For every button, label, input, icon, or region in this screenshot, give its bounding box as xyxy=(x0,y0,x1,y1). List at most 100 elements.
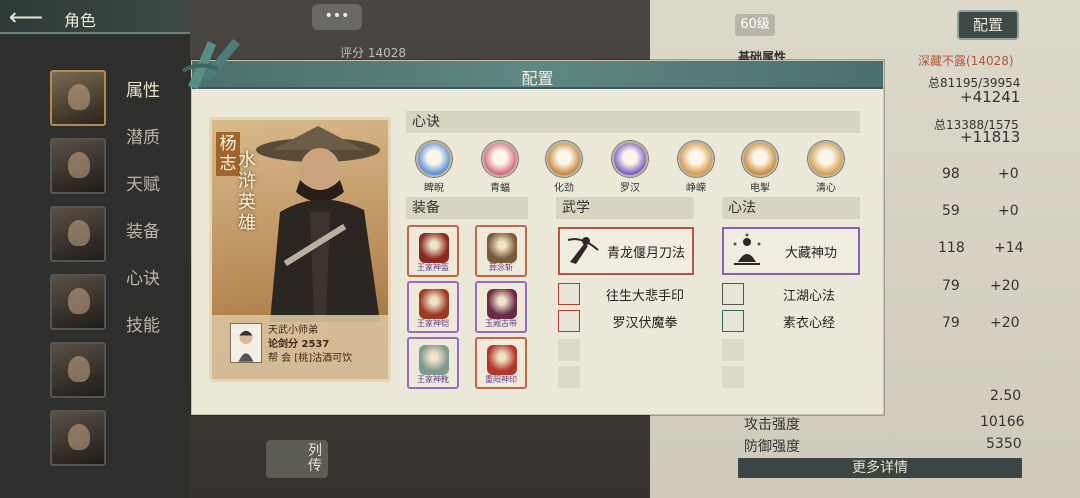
xinjue-icon xyxy=(416,141,452,177)
xinjue-slot[interactable]: 罗汉 xyxy=(610,141,650,194)
equipment-name: 重阳神印 xyxy=(485,375,517,384)
xinfa-name: 江湖心法 xyxy=(782,289,835,304)
xinjue-label: 睥睨 xyxy=(424,183,444,194)
equipment-icon xyxy=(419,289,449,319)
side-menu: 属性 潜质 天赋 装备 心诀 技能 xyxy=(126,78,176,360)
hero-title: 水浒英雄 xyxy=(238,150,256,234)
equipment-slot[interactable]: 王家神盔 xyxy=(407,225,459,277)
config-modal: 配置 杨志 水浒英雄 天武小师弟 论剑分 2537 帮 会 [桃]沽酒可饮 心诀… xyxy=(181,39,884,415)
xinjue-icon xyxy=(808,141,844,177)
equipment-slot[interactable]: 葬念斩 xyxy=(475,225,527,277)
attack-label: 攻击强度 xyxy=(744,417,800,433)
meditation-icon xyxy=(733,233,761,265)
config-button[interactable]: 配置 xyxy=(957,10,1019,40)
empty-slot[interactable] xyxy=(558,339,580,361)
character-portrait[interactable] xyxy=(50,70,106,126)
equipment-name: 王家神盔 xyxy=(417,263,449,272)
xinjue-slot[interactable]: 化劲 xyxy=(544,141,584,194)
total-plus: +11813 xyxy=(960,128,1021,146)
xinfa-slot[interactable]: 素衣心经 xyxy=(722,310,872,332)
fist-icon xyxy=(558,310,580,332)
martial-art-name: 往生大悲手印 xyxy=(605,289,684,304)
xinfa-main-slot[interactable]: 大藏神功 xyxy=(722,227,860,275)
xinfa-slot[interactable]: 江湖心法 xyxy=(722,283,872,305)
equipment-icon xyxy=(487,289,517,319)
menu-attributes[interactable]: 属性 xyxy=(126,78,176,125)
avatar xyxy=(230,323,262,363)
xinjue-header: 心诀 xyxy=(406,111,860,133)
menu-potential[interactable]: 潜质 xyxy=(126,125,176,172)
hero-portrait xyxy=(256,126,380,322)
xinjue-slot[interactable]: 睥睨 xyxy=(414,141,454,194)
martial-arts-header: 武学 xyxy=(556,197,694,219)
hero-card: 杨志 水浒英雄 天武小师弟 论剑分 2537 帮 会 [桃]沽酒可饮 xyxy=(209,117,391,382)
modal-header: 配置 xyxy=(192,61,883,89)
sword-stance-icon xyxy=(567,237,599,264)
xinjue-label: 电掣 xyxy=(750,183,770,194)
xinjue-slot[interactable]: 峥嵘 xyxy=(676,141,716,194)
meditation-icon xyxy=(722,310,744,332)
palm-icon xyxy=(558,283,580,305)
character-portrait[interactable] xyxy=(50,342,106,398)
back-button[interactable]: ⟵ xyxy=(6,4,46,30)
equipment-name: 葬念斩 xyxy=(489,263,513,272)
martial-art-name: 罗汉伏魔拳 xyxy=(612,316,678,331)
equipment-name: 王家神靴 xyxy=(417,375,449,384)
defense-label: 防御强度 xyxy=(744,439,800,455)
more-details-button[interactable]: 更多详情 xyxy=(738,458,1022,478)
xinjue-icon xyxy=(678,141,714,177)
xinjue-label: 化劲 xyxy=(554,183,574,194)
character-portrait[interactable] xyxy=(50,274,106,330)
equipment-slot[interactable]: 王家神靴 xyxy=(407,337,459,389)
total-plus: +41241 xyxy=(960,88,1021,106)
level-badge: 60级 xyxy=(735,14,775,36)
xinjue-icon xyxy=(482,141,518,177)
martial-art-slot[interactable]: 往生大悲手印 xyxy=(558,283,708,305)
equipment-header: 装备 xyxy=(406,197,528,219)
empty-slot[interactable] xyxy=(722,366,744,388)
attack-value: 10166 xyxy=(980,414,1025,430)
player-info: 天武小师弟 论剑分 2537 帮 会 [桃]沽酒可饮 xyxy=(212,315,388,379)
menu-equipment[interactable]: 装备 xyxy=(126,219,176,266)
biography-button[interactable]: 列 传 xyxy=(266,440,328,478)
player-title: 天武小师弟 xyxy=(268,325,318,336)
character-portrait[interactable] xyxy=(50,138,106,194)
empty-slot[interactable] xyxy=(722,339,744,361)
xinfa-name: 素衣心经 xyxy=(782,316,835,331)
xinjue-label: 峥嵘 xyxy=(686,183,706,194)
defense-value: 5350 xyxy=(986,436,1022,452)
xinjue-icon xyxy=(546,141,582,177)
menu-xinjue[interactable]: 心诀 xyxy=(126,266,176,313)
xinfa-header: 心法 xyxy=(722,197,860,219)
guild-name: 帮 会 [桃]沽酒可饮 xyxy=(268,353,353,364)
menu-talent[interactable]: 天赋 xyxy=(126,172,176,219)
crit-value: 2.50 xyxy=(990,388,1022,404)
empty-slot[interactable] xyxy=(558,366,580,388)
xinjue-slot[interactable]: 电掣 xyxy=(740,141,780,194)
martial-art-main-name: 青龙偃月刀法 xyxy=(606,246,685,261)
xinjue-icon xyxy=(742,141,778,177)
equipment-slot[interactable]: 重阳神印 xyxy=(475,337,527,389)
xinjue-slot[interactable]: 清心 xyxy=(806,141,846,194)
modal-title: 配置 xyxy=(521,69,554,88)
character-list xyxy=(50,70,108,478)
meditation-icon xyxy=(722,283,744,305)
equipment-slot[interactable]: 玉阙古带 xyxy=(475,281,527,333)
character-portrait[interactable] xyxy=(50,410,106,466)
xinjue-label: 青蝠 xyxy=(490,183,510,194)
xinfa-main-name: 大藏神功 xyxy=(784,246,837,261)
chat-bubble[interactable]: ••• xyxy=(312,4,362,30)
equipment-icon xyxy=(487,345,517,375)
sword-score: 论剑分 2537 xyxy=(268,339,330,350)
xinjue-label: 罗汉 xyxy=(620,183,640,194)
martial-art-slot[interactable]: 罗汉伏魔拳 xyxy=(558,310,708,332)
xinjue-slot[interactable]: 青蝠 xyxy=(480,141,520,194)
martial-art-main-slot[interactable]: 青龙偃月刀法 xyxy=(558,227,694,275)
arrow-left-icon: ⟵ xyxy=(8,3,44,31)
equipment-slot[interactable]: 王家神铠 xyxy=(407,281,459,333)
character-portrait[interactable] xyxy=(50,206,106,262)
xinjue-label: 清心 xyxy=(816,183,836,194)
rating-label: 深藏不露(14028) xyxy=(918,54,1014,68)
xinjue-icon xyxy=(612,141,648,177)
menu-skills[interactable]: 技能 xyxy=(126,313,176,360)
